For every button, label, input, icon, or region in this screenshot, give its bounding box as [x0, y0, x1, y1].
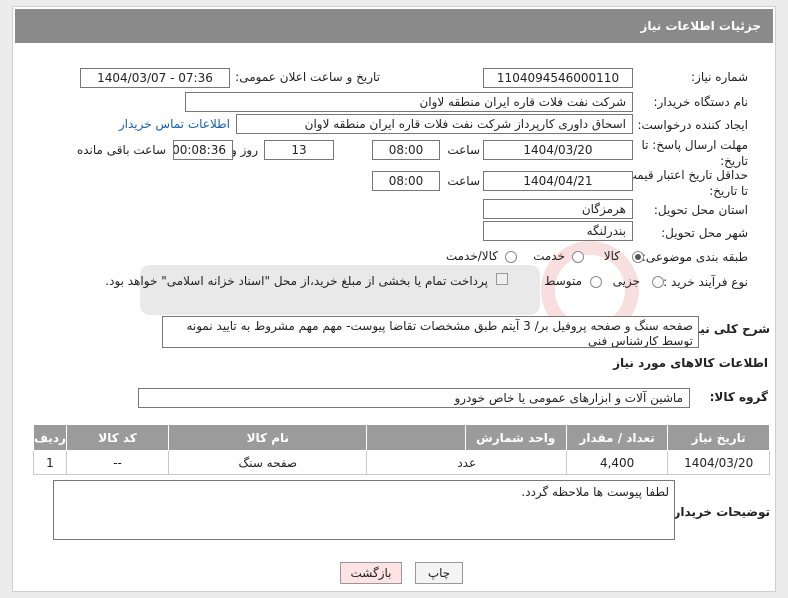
- creator-label: ایجاد کننده درخواست:: [637, 118, 748, 132]
- print-button[interactable]: چاپ: [415, 562, 463, 584]
- category-goods-service-text: کالا/خدمت: [445, 249, 498, 263]
- category-radio-service[interactable]: [572, 251, 584, 263]
- table-row: 1404/03/20 4,400 عدد صفحه سنگ -- 1: [33, 450, 770, 475]
- buyer-org-field: شرکت نفت فلات قاره ایران منطقه لاوان: [185, 92, 633, 112]
- goods-table-header: تاریخ نیاز تعداد / مقدار واحد شمارش نام …: [33, 424, 770, 451]
- price-deadline-label: حداقل تاریخ اعتبار قیمت: تا تاریخ:: [621, 168, 748, 198]
- treasury-payment-checkbox[interactable]: [496, 273, 508, 285]
- days-label: روز و: [231, 143, 258, 157]
- days-field: 13: [264, 140, 334, 160]
- announce-label: تاریخ و ساعت اعلان عمومی:: [235, 70, 380, 84]
- payment-note: پرداخت تمام یا بخشی از مبلغ خرید،از محل …: [105, 274, 488, 288]
- col-unit-2: [366, 424, 466, 451]
- price-date-field: 1404/04/21: [483, 171, 633, 191]
- reply-date-field: 1404/03/20: [483, 140, 633, 160]
- price-time-field: 08:00: [372, 171, 440, 191]
- category-radio-goods-service[interactable]: [505, 251, 517, 263]
- need-number-field: 1104094546000110: [483, 68, 633, 88]
- announce-field: 1404/03/07 - 07:36: [80, 68, 230, 88]
- cell-need-date: 1404/03/20: [667, 450, 770, 475]
- goods-table: تاریخ نیاز تعداد / مقدار واحد شمارش نام …: [33, 424, 770, 475]
- desc-textarea: صفحه سنگ و صفحه پروفیل بر/ 3 آیتم طبق مش…: [162, 316, 699, 348]
- need-number-label: شماره نیاز:: [691, 70, 748, 84]
- reply-time-label: ساعت: [447, 143, 480, 157]
- city-field: بندرلنگه: [483, 221, 633, 241]
- col-row: ردیف: [33, 424, 67, 451]
- buyer-notes-textarea: لطفا پیوست ها ملاحظه گردد.: [53, 480, 675, 540]
- cell-row: 1: [33, 450, 67, 475]
- city-label: شهر محل تحویل:: [661, 226, 748, 240]
- reply-time-field: 08:00: [372, 140, 440, 160]
- category-goods-text: کالا: [603, 249, 620, 263]
- province-label: استان محل تحویل:: [653, 203, 748, 217]
- price-time-label: ساعت: [447, 174, 480, 188]
- page-title: جزئیات اطلاعات نیاز: [15, 9, 773, 43]
- category-service-text: خدمت: [533, 249, 565, 263]
- process-label: نوع فرآیند خرید :: [663, 275, 748, 289]
- col-need-date: تاریخ نیاز: [667, 424, 770, 451]
- col-code: کد کالا: [65, 424, 170, 451]
- cell-quantity: 4,400: [565, 450, 669, 475]
- creator-field: اسحاق داوری کارپرداز شرکت نفت فلات قاره …: [236, 114, 633, 134]
- process-minor-text: جزیی: [612, 274, 640, 288]
- category-label: طبقه بندی موضوعی:: [641, 250, 748, 264]
- cell-code: --: [65, 450, 170, 475]
- cell-unit: عدد: [366, 450, 567, 475]
- province-field: هرمزگان: [483, 199, 633, 219]
- goods-section-title: اطلاعات کالاهای مورد نیاز: [613, 356, 768, 370]
- buyer-org-label: نام دستگاه خریدار:: [653, 95, 749, 109]
- col-quantity: تعداد / مقدار: [565, 424, 669, 451]
- process-radio-medium[interactable]: [590, 276, 602, 288]
- remaining-label: ساعت باقی مانده: [76, 143, 166, 157]
- buyer-notes-label: توضیحات خریدار:: [668, 505, 770, 519]
- goods-group-field: ماشین آلات و ابزارهای عمومی یا خاص خودرو: [138, 388, 690, 408]
- process-radio-minor[interactable]: [652, 276, 664, 288]
- category-radio-goods[interactable]: [632, 251, 644, 263]
- buyer-contact-link[interactable]: اطلاعات تماس خریدار: [119, 117, 230, 131]
- cell-name: صفحه سنگ: [168, 450, 368, 475]
- col-unit: واحد شمارش: [464, 424, 567, 451]
- back-button[interactable]: بازگشت: [340, 562, 402, 584]
- col-name: نام کالا: [168, 424, 368, 451]
- goods-group-label: گروه کالا:: [709, 390, 768, 404]
- process-medium-text: متوسط: [544, 274, 582, 288]
- remaining-time-field: 00:08:36: [173, 140, 233, 160]
- reply-deadline-label: مهلت ارسال پاسخ: تا تاریخ:: [641, 138, 748, 168]
